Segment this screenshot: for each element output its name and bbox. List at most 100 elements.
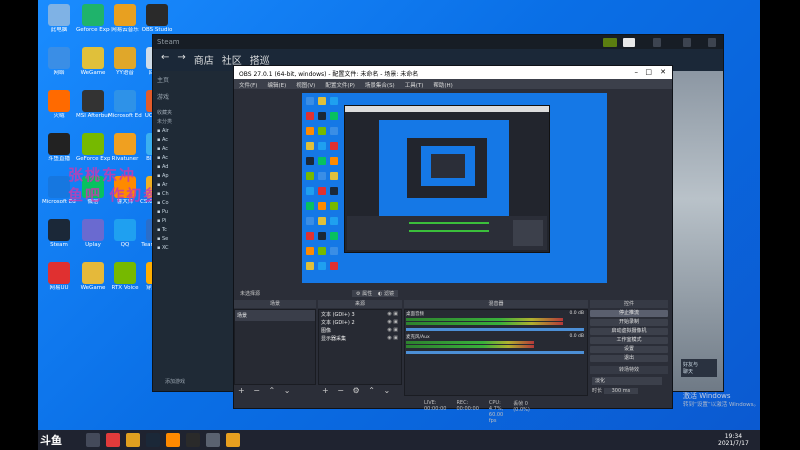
- clock[interactable]: 19:34 2021/7/17: [718, 433, 749, 447]
- steam-maximize-button[interactable]: [683, 38, 691, 47]
- steam-game-item[interactable]: ▪ Ac: [153, 145, 233, 154]
- desktop-icon[interactable]: GeForce Experience: [76, 133, 110, 163]
- desktop-icon[interactable]: Microsoft Edge: [108, 90, 142, 120]
- steam-game-item[interactable]: ▪ Air: [153, 127, 233, 136]
- desktop-icon[interactable]: Rivatuner: [108, 133, 142, 163]
- obs-preview[interactable]: [302, 93, 607, 283]
- desktop-icon[interactable]: Geforce Experience: [76, 4, 110, 34]
- steam-store-badge[interactable]: [603, 38, 617, 47]
- desktop-icon[interactable]: RTX Voice: [108, 262, 142, 292]
- desktop-icon[interactable]: 网易云音乐: [108, 4, 142, 34]
- desktop-icon[interactable]: QQ: [108, 219, 142, 249]
- obs-menu-item[interactable]: 场景集合(S): [365, 81, 395, 89]
- steam-add-game[interactable]: 添加游戏: [165, 378, 185, 385]
- steam-nav-store[interactable]: 商店: [194, 52, 214, 68]
- steam-game-item[interactable]: ▪ Pi: [153, 217, 233, 226]
- desktop-icon[interactable]: 网络: [42, 47, 76, 77]
- obs-menu-item[interactable]: 帮助(H): [433, 81, 452, 89]
- steam-game-item[interactable]: ▪ Ap: [153, 172, 233, 181]
- filters-button[interactable]: ◐ 滤镜: [374, 290, 398, 297]
- sources-dock-title: 来源: [318, 300, 402, 308]
- obs-menu-item[interactable]: 工具(T): [405, 81, 424, 89]
- steam-uncategorized-header[interactable]: 未分类: [153, 116, 233, 127]
- steam-close-button[interactable]: [708, 38, 716, 47]
- steam-games-filter[interactable]: 游戏: [153, 88, 233, 105]
- steam-game-item[interactable]: ▪ Pu: [153, 208, 233, 217]
- desktop-icon[interactable]: Steam: [42, 219, 76, 249]
- steam-avatar[interactable]: [623, 38, 635, 47]
- visibility-lock-icon[interactable]: ◉ ▣: [387, 335, 398, 341]
- obs-taskbar-icon[interactable]: [186, 433, 200, 447]
- steam-game-item[interactable]: ▪ Ch: [153, 190, 233, 199]
- desktop-icon[interactable]: Uplay: [76, 219, 110, 249]
- source-item[interactable]: 图像 ◉ ▣: [319, 326, 401, 334]
- scenes-list[interactable]: 场景: [234, 309, 316, 385]
- visibility-lock-icon[interactable]: ◉ ▣: [387, 327, 398, 333]
- control-button[interactable]: 退出: [590, 355, 668, 362]
- steam-game-item[interactable]: ▪ Ac: [153, 154, 233, 163]
- mixer-track-desktop[interactable]: 桌面音频 0.0 dB: [406, 311, 584, 331]
- source-item[interactable]: 文本 (GDI+) 2 ◉ ▣: [319, 318, 401, 326]
- steam-friends-chat-button[interactable]: 好友与 聊天: [681, 359, 717, 377]
- scene-item[interactable]: 场景: [235, 310, 315, 321]
- obs-menu-item[interactable]: 配置文件(P): [325, 81, 355, 89]
- minimize-icon[interactable]: –: [635, 68, 639, 76]
- steam-game-item[interactable]: ▪ Ac: [153, 136, 233, 145]
- desktop-icon[interactable]: 斗鱼直播: [42, 133, 76, 163]
- steam-game-item[interactable]: ▪ Ar: [153, 181, 233, 190]
- maximize-icon[interactable]: □: [645, 68, 652, 76]
- steam-game-item[interactable]: ▪ XC: [153, 244, 233, 253]
- sources-list[interactable]: 文本 (GDI+) 3 ◉ ▣ 文本 (GDI+) 2 ◉ ▣ 图像 ◉ ▣ 显示器采集 ◉ …: [318, 309, 402, 385]
- app-icon[interactable]: [166, 433, 180, 447]
- steam-favorites-header[interactable]: 收藏夹: [153, 105, 233, 116]
- control-button[interactable]: 工作室模式: [590, 337, 668, 344]
- douyu-logo[interactable]: 斗鱼: [40, 432, 62, 448]
- source-item[interactable]: 显示器采集 ◉ ▣: [319, 334, 401, 342]
- app-icon[interactable]: [206, 433, 220, 447]
- transition-select[interactable]: 淡化: [592, 377, 662, 385]
- control-button[interactable]: 开始录制: [590, 319, 668, 326]
- mixer-track-mic[interactable]: 麦克风/Aux 0.0 dB: [406, 334, 584, 354]
- desktop-icon[interactable]: 网易UU: [42, 262, 76, 292]
- transition-duration[interactable]: 时长 300 ms: [592, 387, 639, 394]
- steam-forward-icon[interactable]: →: [177, 52, 185, 68]
- source-item[interactable]: 文本 (GDI+) 3 ◉ ▣: [319, 310, 401, 318]
- obs-menu-item[interactable]: 视图(V): [296, 81, 315, 89]
- volume-slider[interactable]: [406, 328, 584, 331]
- source-actions[interactable]: + − ⚙ ⌃ ⌄: [322, 386, 393, 395]
- steam-game-item[interactable]: ▪ Se: [153, 235, 233, 244]
- control-button[interactable]: 设置: [590, 346, 668, 353]
- preview-icon: [318, 112, 326, 120]
- desktop-icon[interactable]: WeGame: [76, 47, 110, 77]
- steam-minimize-button[interactable]: [653, 38, 661, 47]
- steam-game-item[interactable]: ▪ Co: [153, 199, 233, 208]
- control-button[interactable]: 停止推流: [590, 310, 668, 317]
- activation-watermark: 激活 Windows 转到“设置”以激活 Windows。: [683, 392, 759, 410]
- app-icon: [82, 219, 104, 241]
- obs-menu-item[interactable]: 编辑(E): [267, 81, 286, 89]
- app-icon[interactable]: [126, 433, 140, 447]
- desktop-icon[interactable]: WeGame: [76, 262, 110, 292]
- app-icon[interactable]: [226, 433, 240, 447]
- steam-home[interactable]: 主页: [153, 71, 233, 88]
- steam-game-item[interactable]: ▪ Tc: [153, 226, 233, 235]
- scene-actions[interactable]: + − ⌃ ⌄: [238, 386, 293, 395]
- volume-slider[interactable]: [406, 351, 584, 354]
- desktop-icon[interactable]: OBS Studio: [140, 4, 174, 34]
- obs-menu-item[interactable]: 文件(F): [239, 81, 257, 89]
- steam-game-item[interactable]: ▪ Ad: [153, 163, 233, 172]
- task-view-icon[interactable]: [86, 433, 100, 447]
- desktop-icon[interactable]: 此电脑: [42, 4, 76, 34]
- steam-taskbar-icon[interactable]: [146, 433, 160, 447]
- preview-nested-canvas: [379, 120, 509, 216]
- visibility-lock-icon[interactable]: ◉ ▣: [387, 319, 398, 325]
- app-icon[interactable]: [106, 433, 120, 447]
- steam-back-icon[interactable]: ←: [161, 52, 169, 68]
- desktop-icon[interactable]: 火绒: [42, 90, 76, 120]
- desktop-icon[interactable]: YY语音: [108, 47, 142, 77]
- visibility-lock-icon[interactable]: ◉ ▣: [387, 311, 398, 317]
- close-icon[interactable]: ✕: [660, 68, 666, 76]
- properties-button[interactable]: ⚙ 属性: [352, 290, 377, 297]
- desktop-icon[interactable]: MSI Afterburner: [76, 90, 110, 120]
- control-button[interactable]: 启动虚拟摄像机: [590, 328, 668, 335]
